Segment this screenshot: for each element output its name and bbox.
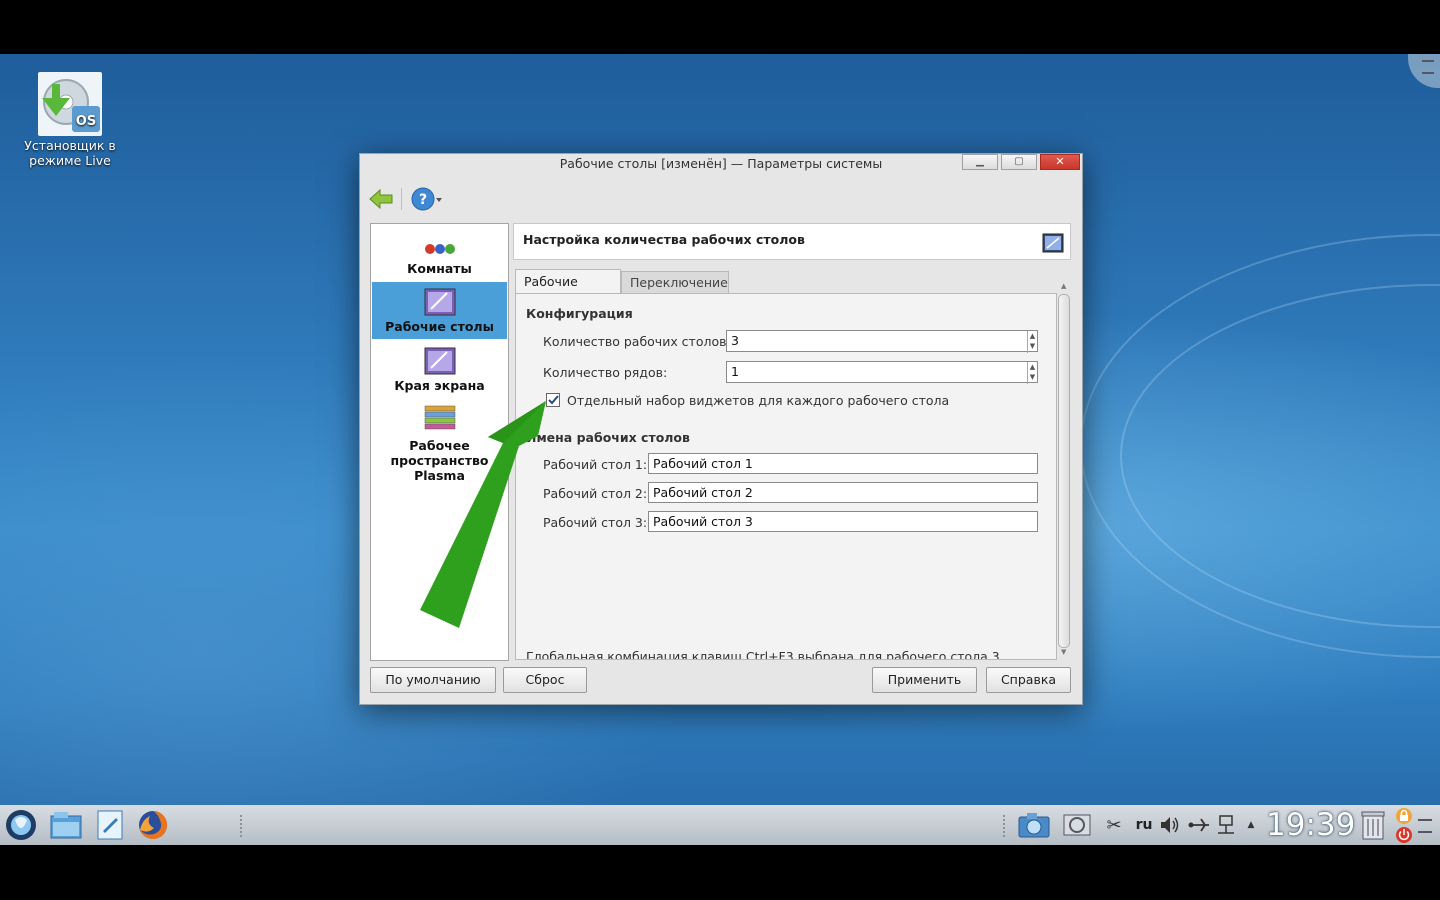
tray-volume[interactable] — [1158, 805, 1182, 845]
file-manager-icon — [50, 812, 82, 839]
network-icon — [1218, 815, 1234, 834]
firefox-icon — [139, 810, 168, 839]
launcher-icon — [6, 810, 36, 840]
panel-toolbox[interactable] — [1418, 813, 1434, 837]
text-editor-icon — [97, 810, 123, 840]
power-icon — [1396, 827, 1412, 843]
taskbar-file-manager[interactable] — [47, 805, 85, 845]
lock-screen-button[interactable] — [1395, 807, 1413, 825]
tray-screenshot[interactable] — [1015, 805, 1053, 845]
chevron-up-icon: ▲ — [1247, 820, 1255, 830]
taskbar: ✂ ru ▲ — [0, 805, 1440, 845]
tray-expand[interactable]: ▲ — [1243, 805, 1259, 845]
tray-clipboard[interactable]: ✂ — [1102, 805, 1126, 845]
panel-menu-icon — [1418, 819, 1432, 833]
usb-icon — [1188, 818, 1209, 832]
annotation-arrow — [420, 401, 546, 628]
camera-icon — [1018, 813, 1050, 838]
tray-network[interactable] — [1214, 805, 1238, 845]
taskbar-text-editor[interactable] — [91, 805, 129, 845]
trash-icon — [1361, 811, 1385, 840]
lock-icon — [1396, 808, 1412, 824]
leave-button[interactable] — [1395, 826, 1413, 844]
taskbar-separator — [1003, 815, 1009, 837]
tray-device-notifier[interactable] — [1059, 805, 1095, 845]
taskbar-separator — [240, 815, 246, 837]
trash-button[interactable] — [1356, 805, 1390, 845]
keyboard-layout-label: ru — [1135, 817, 1153, 833]
tray-bluetooth-network[interactable] — [1186, 805, 1212, 845]
taskbar-firefox[interactable] — [134, 805, 172, 845]
digital-clock[interactable]: 19:39 — [1266, 805, 1355, 845]
device-notifier-icon — [1063, 814, 1091, 836]
tray-keyboard-layout[interactable]: ru — [1131, 805, 1157, 845]
volume-icon — [1161, 817, 1179, 833]
scissors-icon: ✂ — [1106, 814, 1122, 836]
launcher-button[interactable] — [2, 805, 40, 845]
